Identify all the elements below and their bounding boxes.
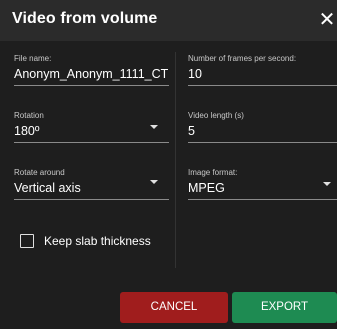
chevron-down-icon[interactable] xyxy=(150,180,158,184)
frames-per-second-underline xyxy=(188,85,337,86)
video-length-field[interactable]: Video length (s) 5 xyxy=(188,111,337,143)
cancel-button[interactable]: CANCEL xyxy=(120,292,228,323)
column-divider xyxy=(175,52,176,268)
file-name-underline xyxy=(14,85,169,86)
frames-per-second-input[interactable]: 10 xyxy=(188,67,337,81)
rotate-around-value[interactable]: Vertical axis xyxy=(14,181,169,195)
keep-slab-thickness-option[interactable]: Keep slab thickness xyxy=(20,234,151,248)
image-format-label: Image format: xyxy=(188,168,238,177)
keep-slab-thickness-label: Keep slab thickness xyxy=(44,234,151,248)
rotation-underline xyxy=(14,142,169,143)
rotation-select[interactable]: Rotation 180º xyxy=(14,111,169,143)
rotation-label: Rotation xyxy=(14,111,44,120)
dialog-title-bar: Video from volume ✕ xyxy=(0,0,337,41)
dialog-title: Video from volume xyxy=(12,10,158,27)
rotate-around-underline xyxy=(14,199,169,200)
rotate-around-select[interactable]: Rotate around Vertical axis xyxy=(14,168,169,200)
file-name-input[interactable]: Anonym_Anonym_1111_CT xyxy=(14,67,169,81)
image-format-select[interactable]: Image format: MPEG xyxy=(188,168,337,200)
file-name-field[interactable]: File name: Anonym_Anonym_1111_CT xyxy=(14,54,169,86)
image-format-underline xyxy=(188,199,337,200)
chevron-down-icon[interactable] xyxy=(150,125,158,129)
rotation-value[interactable]: 180º xyxy=(14,124,169,138)
chevron-down-icon[interactable] xyxy=(323,182,331,186)
frames-per-second-field[interactable]: Number of frames per second: 10 xyxy=(188,54,337,86)
video-length-label: Video length (s) xyxy=(188,111,244,120)
checkbox-icon[interactable] xyxy=(20,234,34,248)
video-length-underline xyxy=(188,142,337,143)
frames-per-second-label: Number of frames per second: xyxy=(188,54,297,63)
file-name-label: File name: xyxy=(14,54,52,63)
image-format-value[interactable]: MPEG xyxy=(188,181,337,195)
rotate-around-label: Rotate around xyxy=(14,168,65,177)
export-button[interactable]: EXPORT xyxy=(232,292,337,323)
video-length-input[interactable]: 5 xyxy=(188,124,337,138)
close-icon[interactable]: ✕ xyxy=(317,8,337,32)
video-from-volume-dialog: Video from volume ✕ File name: Anonym_An… xyxy=(0,0,337,329)
